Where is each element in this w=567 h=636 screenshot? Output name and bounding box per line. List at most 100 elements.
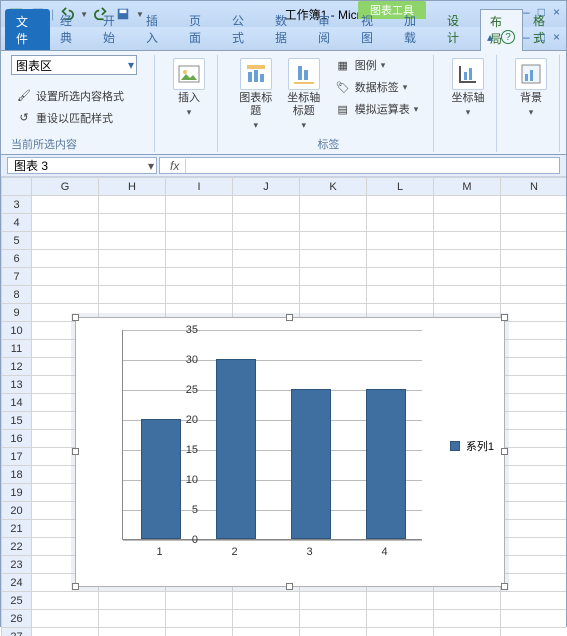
row-header[interactable]: 23	[2, 556, 32, 574]
cell[interactable]	[501, 430, 567, 448]
cell[interactable]	[233, 610, 300, 628]
cell[interactable]	[99, 592, 166, 610]
cell[interactable]	[166, 628, 233, 636]
row-header[interactable]: 3	[2, 196, 32, 214]
cell[interactable]	[32, 250, 99, 268]
help-icon[interactable]: ?	[501, 30, 515, 44]
tab-页面[interactable]: 页面	[179, 8, 222, 50]
cell[interactable]	[501, 376, 567, 394]
select-all-corner[interactable]	[2, 178, 32, 196]
cell[interactable]	[166, 286, 233, 304]
cell[interactable]	[233, 268, 300, 286]
row-header[interactable]: 8	[2, 286, 32, 304]
cell[interactable]	[300, 232, 367, 250]
cell[interactable]	[501, 196, 567, 214]
cell[interactable]	[99, 268, 166, 286]
cell[interactable]	[434, 628, 501, 636]
resize-handle[interactable]	[72, 448, 79, 455]
axis-titles-button[interactable]: 坐标轴标题	[282, 55, 326, 134]
worksheet[interactable]: GHIJKLMN 3456789101112131415161718192021…	[1, 177, 566, 636]
cell[interactable]	[166, 610, 233, 628]
tab-file[interactable]: 文件	[5, 9, 50, 50]
cell[interactable]	[32, 610, 99, 628]
cell[interactable]	[233, 232, 300, 250]
resize-handle[interactable]	[72, 314, 79, 321]
resize-handle[interactable]	[501, 448, 508, 455]
cell[interactable]	[99, 196, 166, 214]
cell[interactable]	[434, 592, 501, 610]
cell[interactable]	[501, 610, 567, 628]
cell[interactable]	[166, 250, 233, 268]
cell[interactable]	[300, 196, 367, 214]
cell[interactable]	[32, 268, 99, 286]
row-header[interactable]: 26	[2, 610, 32, 628]
legend-button[interactable]: ▦ 图例	[330, 55, 424, 75]
resize-handle[interactable]	[286, 583, 293, 590]
row-header[interactable]: 17	[2, 448, 32, 466]
data-labels-button[interactable]: 🏷 数据标签	[330, 77, 424, 97]
cell[interactable]	[501, 268, 567, 286]
cell[interactable]	[300, 592, 367, 610]
cell[interactable]	[501, 232, 567, 250]
cell[interactable]	[367, 214, 434, 232]
row-header[interactable]: 5	[2, 232, 32, 250]
row-header[interactable]: 16	[2, 430, 32, 448]
row-header[interactable]: 14	[2, 394, 32, 412]
cell[interactable]	[501, 214, 567, 232]
cell[interactable]	[99, 286, 166, 304]
background-button[interactable]: 背景	[509, 55, 553, 121]
cell[interactable]	[501, 304, 567, 322]
col-header[interactable]: L	[367, 178, 434, 196]
cell[interactable]	[32, 232, 99, 250]
row-header[interactable]: 18	[2, 466, 32, 484]
collapse-ribbon-icon[interactable]: ▴	[487, 30, 493, 44]
cell[interactable]	[367, 250, 434, 268]
col-header[interactable]: H	[99, 178, 166, 196]
cell[interactable]	[501, 448, 567, 466]
tab-加载[interactable]: 加载	[394, 8, 437, 50]
tab-插入[interactable]: 插入	[136, 8, 179, 50]
cell[interactable]	[32, 214, 99, 232]
cell[interactable]	[32, 286, 99, 304]
row-header[interactable]: 11	[2, 340, 32, 358]
cell[interactable]	[99, 232, 166, 250]
col-header[interactable]: M	[434, 178, 501, 196]
cell[interactable]	[300, 268, 367, 286]
cell[interactable]	[501, 466, 567, 484]
cell[interactable]	[434, 232, 501, 250]
col-header[interactable]: J	[233, 178, 300, 196]
cell[interactable]	[32, 628, 99, 636]
cell[interactable]	[166, 268, 233, 286]
resize-handle[interactable]	[72, 583, 79, 590]
tab-开始[interactable]: 开始	[93, 8, 136, 50]
cell[interactable]	[367, 232, 434, 250]
cell[interactable]	[434, 610, 501, 628]
cell[interactable]	[233, 592, 300, 610]
resize-handle[interactable]	[501, 583, 508, 590]
row-header[interactable]: 4	[2, 214, 32, 232]
cell[interactable]	[367, 628, 434, 636]
cell[interactable]	[99, 628, 166, 636]
cell[interactable]	[367, 592, 434, 610]
cell[interactable]	[166, 214, 233, 232]
cell[interactable]	[233, 196, 300, 214]
tab-审阅[interactable]: 审阅	[308, 8, 351, 50]
format-selection-button[interactable]: 🖌 设置所选内容格式	[11, 86, 129, 106]
col-header[interactable]: G	[32, 178, 99, 196]
bar[interactable]	[216, 359, 256, 539]
cell[interactable]	[501, 574, 567, 592]
cell[interactable]	[233, 214, 300, 232]
row-header[interactable]: 6	[2, 250, 32, 268]
cell[interactable]	[367, 268, 434, 286]
cell[interactable]	[501, 340, 567, 358]
row-header[interactable]: 12	[2, 358, 32, 376]
tab-经典[interactable]: 经典	[50, 8, 93, 50]
tab-设计[interactable]: 设计	[437, 8, 480, 50]
bar[interactable]	[291, 389, 331, 539]
cell[interactable]	[501, 484, 567, 502]
cell[interactable]	[99, 214, 166, 232]
cell[interactable]	[434, 196, 501, 214]
cell[interactable]	[434, 286, 501, 304]
cell[interactable]	[367, 196, 434, 214]
row-header[interactable]: 24	[2, 574, 32, 592]
